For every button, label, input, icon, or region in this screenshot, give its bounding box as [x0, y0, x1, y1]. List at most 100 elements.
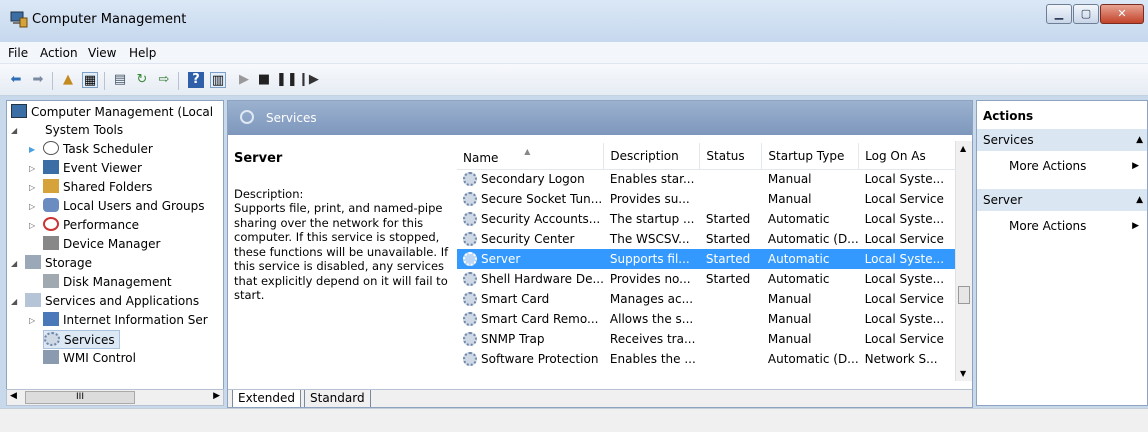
more-actions-services[interactable]: More Actions [1009, 159, 1086, 173]
actions-section-services[interactable]: Services ▲ [977, 129, 1147, 151]
table-row[interactable]: Security Center The WSCSV... Started Automa… [457, 229, 961, 249]
scroll-thumb[interactable] [958, 286, 970, 304]
column-header-startup-type[interactable]: Startup Type [761, 143, 860, 170]
export-list-icon[interactable]: ⇨ [156, 72, 172, 88]
services-gear-icon [44, 332, 60, 346]
service-name-cell: Shell Hardware De... [457, 269, 604, 289]
scroll-left-icon[interactable]: ◀ [10, 391, 17, 401]
service-logon-cell: Local Syste... [864, 172, 945, 187]
menu-action[interactable]: Action [40, 46, 78, 60]
tree-item-event-viewer[interactable]: ▷ Event Viewer [29, 159, 142, 178]
column-header-name[interactable]: Name ▲ [457, 143, 605, 170]
pause-service-icon[interactable]: ❚❚ [276, 72, 298, 88]
table-row[interactable]: Smart Card Manages ac... Manual Local Servi… [457, 289, 961, 309]
menu-file[interactable]: File [8, 46, 28, 60]
service-name-cell: Secure Socket Tun... [457, 189, 604, 209]
users-icon [43, 198, 59, 212]
collapsed-arrow-icon[interactable]: ▷ [29, 311, 35, 330]
tree-item-computer-management[interactable]: Computer Management (Local [11, 103, 213, 122]
service-startup-cell: Automatic [767, 212, 830, 226]
tree-item-system-tools[interactable]: ◢ System Tools [11, 121, 123, 140]
collapse-arrow-icon[interactable]: ▲ [1136, 189, 1143, 211]
table-row[interactable]: Security Accounts... The startup ... Start… [457, 209, 961, 229]
properties-icon[interactable]: ▤ [112, 72, 128, 88]
start-service-icon[interactable]: ▶ [236, 72, 252, 88]
collapsed-arrow-icon[interactable]: ▶ [29, 140, 35, 159]
service-name-cell: Security Accounts... [457, 209, 604, 229]
collapsed-arrow-icon[interactable]: ▷ [29, 159, 35, 178]
tree-item-services-applications[interactable]: ◢ Services and Applications [11, 292, 199, 311]
service-status-cell [700, 329, 762, 349]
tree-item-services[interactable]: Services [43, 330, 120, 349]
service-logon-cell: Network S... [864, 352, 938, 366]
column-header-description[interactable]: Description [603, 143, 701, 170]
restart-service-icon[interactable]: ❙▶ [298, 72, 319, 88]
minimize-button[interactable]: ▁ [1046, 4, 1072, 24]
pane-header: Services [228, 101, 972, 135]
collapsed-arrow-icon[interactable]: ▷ [29, 197, 35, 216]
table-row[interactable]: Smart Card Remo... Allows the s... Manual L… [457, 309, 961, 329]
tree-item-storage[interactable]: ◢ Storage [11, 254, 92, 273]
service-startup-cell: Automatic [761, 249, 859, 269]
refresh-icon[interactable]: ↻ [134, 72, 150, 88]
collapsed-arrow-icon[interactable]: ▷ [29, 216, 35, 235]
tree-item-shared-folders[interactable]: ▷ Shared Folders [29, 178, 152, 197]
collapse-arrow-icon[interactable]: ▲ [1136, 129, 1143, 151]
tab-standard[interactable]: Standard [304, 390, 371, 407]
close-button[interactable]: ✕ [1100, 4, 1144, 24]
tree-item-local-users-groups[interactable]: ▷ Local Users and Groups [29, 197, 205, 216]
back-arrow-icon[interactable]: ⬅ [8, 72, 24, 88]
submenu-arrow-icon[interactable]: ▶ [1132, 221, 1139, 231]
tree-item-wmi-control[interactable]: WMI Control [43, 349, 136, 368]
forward-arrow-icon[interactable]: ➡ [30, 72, 46, 88]
description-text: Supports file, print, and named-pipe sha… [234, 201, 449, 302]
service-gear-icon [463, 212, 477, 226]
show-action-pane-icon[interactable]: ▥ [210, 72, 226, 88]
service-description-cell: Provides no... [609, 272, 691, 286]
shared-folder-icon [43, 179, 59, 193]
service-name-cell: Smart Card Remo... [457, 309, 604, 329]
expanded-arrow-icon[interactable]: ◢ [11, 292, 17, 311]
expanded-arrow-icon[interactable]: ◢ [11, 121, 17, 140]
sort-ascending-icon: ▲ [524, 146, 531, 156]
tree-item-iis[interactable]: ▷ Internet Information Ser [29, 311, 208, 330]
tree-item-device-manager[interactable]: Device Manager [43, 235, 160, 254]
scroll-thumb[interactable]: III [25, 391, 135, 404]
table-row[interactable]: Server Supports fil... Started Automatic Loc… [457, 249, 961, 269]
menu-help[interactable]: Help [129, 46, 156, 60]
actions-section-server[interactable]: Server ▲ [977, 189, 1147, 211]
column-header-status[interactable]: Status [699, 143, 763, 170]
tree-item-disk-management[interactable]: Disk Management [43, 273, 172, 292]
help-icon[interactable]: ? [188, 72, 204, 88]
column-header-log-on-as[interactable]: Log On As [858, 143, 962, 170]
service-status-cell: Started [705, 232, 751, 246]
table-row[interactable]: Secure Socket Tun... Provides su... Manual… [457, 189, 961, 209]
menu-view[interactable]: View [88, 46, 116, 60]
scroll-right-icon[interactable]: ▶ [213, 391, 220, 401]
table-row[interactable]: SNMP Trap Receives tra... Manual Local Serv… [457, 329, 961, 349]
stop-service-icon[interactable]: ■ [256, 72, 272, 88]
service-startup-cell: Manual [767, 172, 812, 187]
table-row[interactable]: Secondary Logon Enables star... Manual Loca… [457, 169, 961, 189]
collapsed-arrow-icon[interactable]: ▷ [29, 178, 35, 197]
services-vertical-scrollbar[interactable]: ▲ ▼ [955, 141, 972, 381]
service-description-cell: The startup ... [609, 212, 695, 226]
tree-item-performance[interactable]: ▷ Performance [29, 216, 139, 235]
table-row[interactable]: Shell Hardware De... Provides no... Starte… [457, 269, 961, 289]
show-hide-tree-icon[interactable]: ▦ [82, 72, 98, 88]
tab-extended[interactable]: Extended [232, 390, 301, 407]
service-status-cell [700, 309, 762, 329]
service-startup-cell: Automatic (D... [767, 352, 859, 366]
up-folder-icon[interactable]: ▲ [60, 72, 76, 88]
service-name-cell: Server [457, 249, 604, 269]
table-row[interactable]: Software Protection Enables the ... Automa… [457, 349, 961, 369]
tree-item-task-scheduler[interactable]: ▶ Task Scheduler [29, 140, 153, 159]
scroll-up-icon[interactable]: ▲ [960, 144, 966, 153]
maximize-button[interactable]: ▢ [1073, 4, 1099, 24]
scroll-down-icon[interactable]: ▼ [960, 369, 966, 378]
submenu-arrow-icon[interactable]: ▶ [1132, 161, 1139, 171]
more-actions-server[interactable]: More Actions [1009, 219, 1086, 233]
services-pane: Services Server Description: Supports fi… [227, 100, 973, 408]
expanded-arrow-icon[interactable]: ◢ [11, 254, 17, 273]
tree-horizontal-scrollbar[interactable]: ◀ III ▶ [6, 389, 224, 406]
